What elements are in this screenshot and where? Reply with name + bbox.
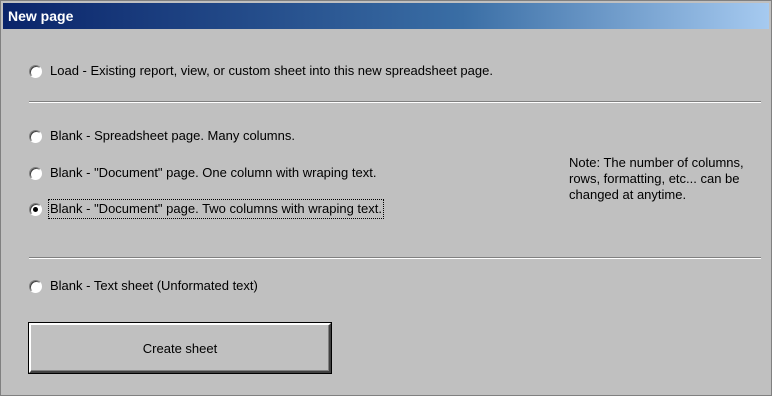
option-load[interactable]: Load - Existing report, view, or custom … [29, 59, 493, 83]
radio-blank-document-one-column[interactable] [29, 166, 42, 180]
option-blank-text-sheet[interactable]: Blank - Text sheet (Unformated text) [29, 274, 258, 298]
dialog-title: New page [3, 3, 769, 29]
option-blank-document-two-columns-label[interactable]: Blank - "Document" page. Two columns wit… [48, 199, 384, 219]
radio-blank-text-sheet[interactable] [29, 279, 42, 293]
radio-blank-spreadsheet[interactable] [29, 129, 42, 143]
note-text: Note: The number of columns, rows, forma… [569, 155, 744, 202]
option-blank-document-one-column-label[interactable]: Blank - "Document" page. One column with… [50, 165, 376, 181]
radio-blank-document-two-columns[interactable] [29, 202, 42, 216]
option-blank-document-two-columns[interactable]: Blank - "Document" page. Two columns wit… [29, 197, 384, 221]
create-sheet-button[interactable]: Create sheet [29, 323, 331, 373]
option-blank-text-sheet-label[interactable]: Blank - Text sheet (Unformated text) [50, 278, 258, 294]
new-page-dialog: New page Load - Existing report, view, o… [0, 0, 772, 396]
option-blank-spreadsheet-label[interactable]: Blank - Spreadsheet page. Many columns. [50, 128, 295, 144]
option-load-label[interactable]: Load - Existing report, view, or custom … [50, 63, 493, 79]
radio-load[interactable] [29, 64, 42, 78]
section-divider-top [29, 101, 761, 103]
option-blank-document-one-column[interactable]: Blank - "Document" page. One column with… [29, 161, 376, 185]
option-blank-spreadsheet[interactable]: Blank - Spreadsheet page. Many columns. [29, 124, 295, 148]
section-divider-bottom [29, 257, 761, 259]
